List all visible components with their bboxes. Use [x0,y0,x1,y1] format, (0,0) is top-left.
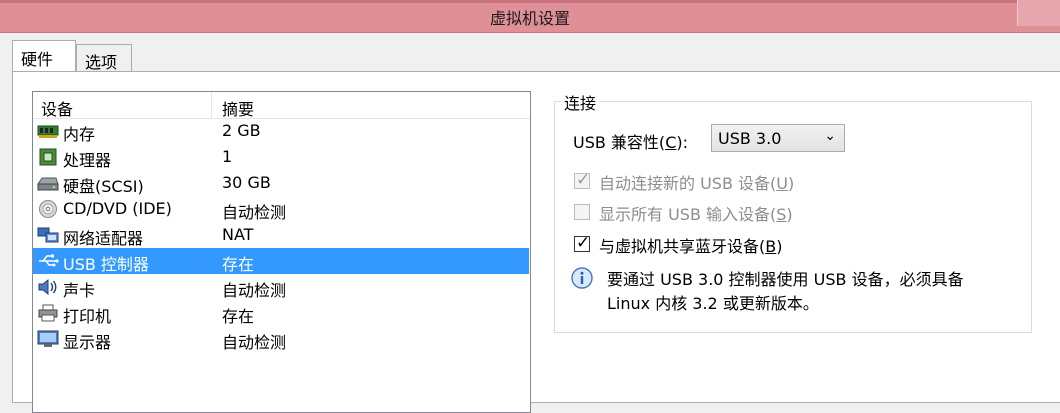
device-summary: 30 GB [222,173,271,192]
device-row-network-adapter[interactable]: 网络适配器 NAT [33,222,529,248]
info-icon [571,267,593,289]
device-name: 显示器 [63,333,112,352]
device-summary: 自动检测 [222,333,287,352]
show-all-checkbox[interactable] [574,204,590,220]
close-button[interactable] [1017,0,1060,26]
device-summary: 存在 [222,307,255,326]
device-row-printer[interactable]: 打印机 存在 [33,300,529,326]
device-summary: 自动检测 [222,281,287,300]
usb-note: 要通过 USB 3.0 控制器使用 USB 设备，必须具备 Linux 内核 3… [607,268,964,316]
hardware-page: 设备 摘要 内存 2 GB 处理器 1 硬盘(SCSI) 30 GB CD/DV… [12,71,1060,413]
window-title: 虚拟机设置 [489,9,570,28]
network-adapter-icon [37,227,59,243]
device-row-usb-controller[interactable]: USB 控制器 存在 [33,248,529,274]
processor-icon [39,148,57,166]
usb-compat-select[interactable]: USB 3.0 ⌄ [711,124,845,152]
tab-hardware[interactable]: 硬件 [12,40,76,71]
tab-options[interactable]: 选项 [76,44,132,72]
usb-note-line2: Linux 内核 3.2 或更新版本。 [607,294,819,313]
device-name: 内存 [63,125,96,144]
device-name: 处理器 [63,151,112,170]
title-bar-strip [0,0,1060,3]
usb-note-line1: 要通过 USB 3.0 控制器使用 USB 设备，必须具备 [607,270,964,289]
device-name: CD/DVD (IDE) [63,199,172,218]
device-row-cd-dvd[interactable]: CD/DVD (IDE) 自动检测 [33,196,529,222]
device-name: 硬盘(SCSI) [63,177,144,196]
device-name: 网络适配器 [63,229,144,248]
device-summary: 存在 [222,255,255,274]
device-row-memory[interactable]: 内存 2 GB [33,118,529,144]
device-list[interactable]: 设备 摘要 内存 2 GB 处理器 1 硬盘(SCSI) 30 GB CD/DV… [32,91,531,413]
connection-legend: 连接 [561,90,600,114]
column-header-summary[interactable]: 摘要 [222,96,254,120]
device-row-display[interactable]: 显示器 自动检测 [33,326,529,352]
device-row-processor[interactable]: 处理器 1 [33,144,529,170]
usb-compat-value: USB 3.0 [718,129,782,148]
column-separator[interactable] [211,92,212,118]
auto-connect-label: 自动连接新的 USB 设备(U) [599,174,795,193]
display-icon [37,330,59,347]
device-name: 打印机 [63,307,112,326]
usb-compat-label: USB 兼容性(C): [573,133,688,152]
share-bluetooth-checkbox[interactable]: ✓ [574,233,590,253]
device-row-hard-disk[interactable]: 硬盘(SCSI) 30 GB [33,170,529,196]
device-name: 声卡 [63,281,96,300]
usb-icon [39,254,59,267]
share-bluetooth-label: 与虚拟机共享蓝牙设备(B) [599,237,783,256]
auto-connect-checkbox[interactable]: ✓ [574,170,590,190]
show-all-label: 显示所有 USB 输入设备(S) [599,205,793,224]
device-summary: 2 GB [222,121,261,140]
cd-dvd-icon [39,200,57,218]
printer-icon [38,304,58,322]
device-summary: 自动检测 [222,203,287,222]
chevron-down-icon: ⌄ [824,128,836,144]
device-list-header: 设备 摘要 [33,92,530,119]
device-summary: NAT [222,225,254,244]
title-bar: 虚拟机设置 [0,0,1060,33]
device-summary: 1 [222,147,233,166]
sound-card-icon [38,278,57,296]
connection-group: 连接 USB 兼容性(C): USB 3.0 ⌄ ✓ 自动连接新的 USB 设备… [554,90,1032,333]
device-row-sound-card[interactable]: 声卡 自动检测 [33,274,529,300]
device-name: USB 控制器 [63,255,149,274]
memory-icon [37,125,59,138]
hard-disk-icon [37,177,59,191]
column-header-device[interactable]: 设备 [41,96,73,120]
